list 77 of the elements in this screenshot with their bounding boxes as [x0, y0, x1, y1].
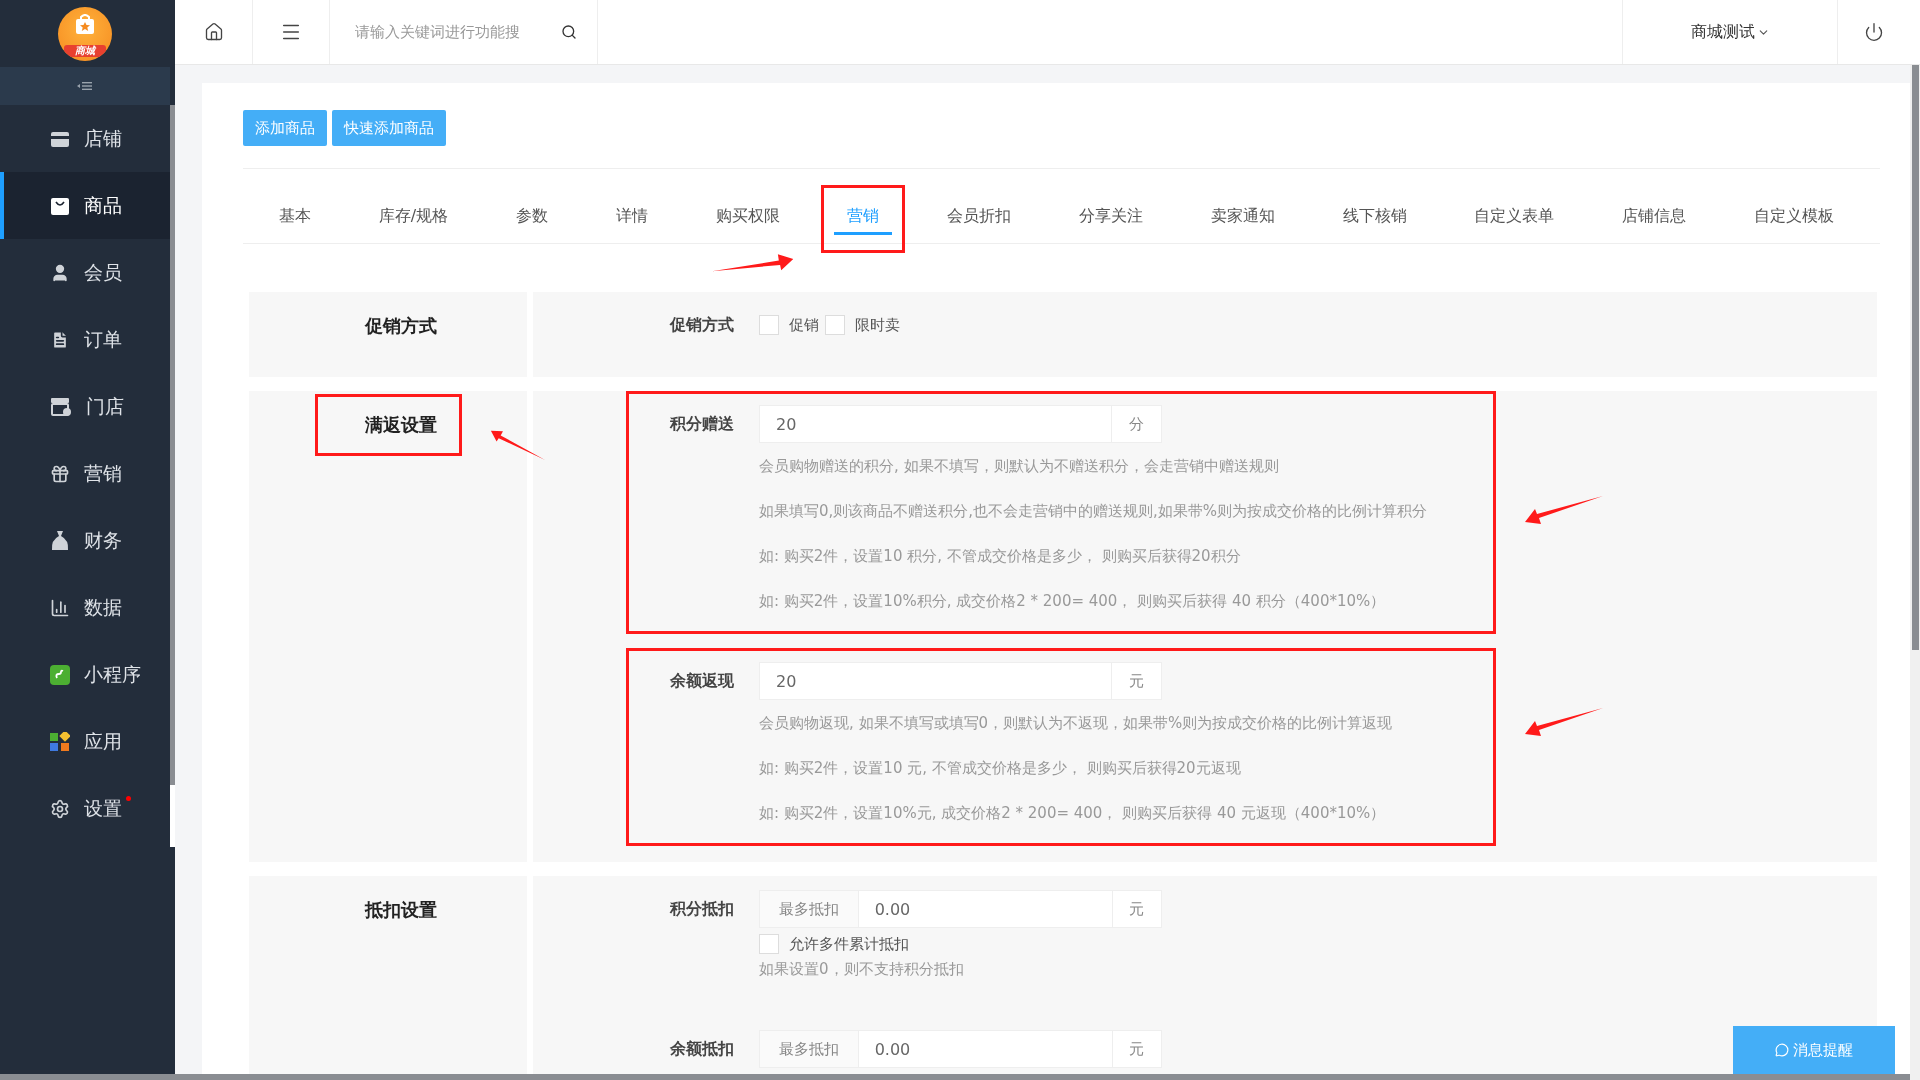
- search-input[interactable]: 请输入关键词进行功能搜: [353, 22, 551, 42]
- checkbox[interactable]: [825, 315, 845, 335]
- nav-item[interactable]: 设置: [0, 775, 170, 842]
- tab[interactable]: 卖家通知: [1197, 197, 1288, 235]
- unit-addon: 元: [1112, 662, 1162, 700]
- nav-item[interactable]: 数据: [0, 574, 170, 641]
- nav-item[interactable]: 财务: [0, 507, 170, 574]
- scrollbar[interactable]: [1910, 65, 1920, 1080]
- section-title: 满返设置: [364, 414, 437, 435]
- settings-icon: [50, 798, 70, 819]
- scrollbar[interactable]: [170, 105, 175, 785]
- help-text: 如: 购买2件，设置10 积分, 不管成交价格是多少， 则购买后获得20积分: [759, 546, 1242, 567]
- nav-item[interactable]: 营销: [0, 440, 170, 507]
- nav-item[interactable]: 应用: [0, 708, 170, 775]
- tab[interactable]: 详情: [602, 197, 661, 235]
- number-input[interactable]: 20: [759, 662, 1112, 700]
- tab[interactable]: 库存/规格: [365, 197, 462, 235]
- apps-icon: [50, 731, 70, 752]
- nav-item[interactable]: 小程序: [0, 641, 170, 708]
- power-icon[interactable]: [1864, 22, 1884, 42]
- bag-icon: [50, 195, 70, 216]
- checkbox[interactable]: [759, 315, 779, 335]
- nav-item[interactable]: 门店: [0, 373, 170, 440]
- tab[interactable]: 参数: [503, 197, 561, 235]
- logo-text: 商城: [64, 44, 106, 57]
- tab[interactable]: 分享关注: [1065, 197, 1156, 235]
- checkbox-option[interactable]: 限时卖: [825, 315, 906, 335]
- collapse-icon: [77, 81, 93, 91]
- prefix-addon: 最多抵扣: [759, 1030, 858, 1068]
- shop-dropdown[interactable]: 商城测试: [1622, 0, 1838, 64]
- bar-chart-icon: [50, 597, 70, 618]
- section-title: 抵扣设置: [364, 899, 437, 920]
- unit-addon: 元: [1112, 1030, 1162, 1068]
- nav-item[interactable]: 订单: [0, 306, 170, 373]
- help-text: 如: 购买2件，设置10%元, 成交价格2 * 200= 400， 则购买后获得 40 元返现（400*10%）: [759, 803, 1387, 824]
- help-text: 如: 购买2件，设置10%积分, 成交价格2 * 200= 400， 则购买后获得 40 积分（400*10%）: [759, 591, 1387, 612]
- unit-addon: 元: [1112, 890, 1162, 928]
- checkbox[interactable]: [759, 934, 779, 954]
- field-label: 积分赠送: [668, 413, 734, 435]
- nav-item[interactable]: 会员: [0, 239, 170, 306]
- tab[interactable]: 购买权限: [702, 197, 793, 235]
- store-icon: [50, 129, 70, 148]
- chat-bubble-icon: [1775, 1043, 1789, 1057]
- tab[interactable]: 自定义表单: [1461, 197, 1568, 235]
- money-bag-icon: [50, 529, 70, 552]
- gift-icon: [50, 463, 70, 484]
- unit-addon: 分: [1112, 405, 1162, 443]
- nav-item[interactable]: 商品: [0, 172, 170, 239]
- field-label: 促销方式: [668, 314, 734, 336]
- prefix-addon: 最多抵扣: [759, 890, 858, 928]
- link-app-icon: [50, 664, 70, 685]
- help-text: 如果设置0，则不支持积分抵扣: [759, 959, 965, 980]
- amount-input[interactable]: 0.00: [857, 890, 1113, 928]
- amount-input[interactable]: 0.00: [857, 1030, 1113, 1068]
- section-title: 促销方式: [364, 315, 437, 336]
- collapse-button[interactable]: [0, 67, 170, 105]
- storefront-icon: [50, 396, 72, 417]
- help-text: 会员购物赠送的积分, 如果不填写，则默认为不赠送积分，会走营销中赠送规则: [759, 456, 1280, 477]
- checkbox-option[interactable]: 允许多件累计抵扣: [759, 934, 909, 954]
- field-label: 余额返现: [669, 670, 734, 692]
- help-text: 会员购物返现, 如果不填写或填写0，则默认为不返现，如果带%则为按成交价格的比例计算返现: [759, 713, 1394, 734]
- tab[interactable]: 店铺信息: [1609, 197, 1700, 235]
- number-input[interactable]: 20: [759, 405, 1112, 443]
- tab[interactable]: 会员折扣: [934, 197, 1025, 235]
- help-text: 如: 购买2件，设置10 元, 不管成交价格是多少， 则购买后获得20元返现: [759, 758, 1242, 779]
- tab[interactable]: 线下核销: [1329, 197, 1420, 235]
- tab[interactable]: 基本: [266, 197, 324, 235]
- nav-item[interactable]: 店铺: [0, 105, 170, 172]
- home-icon[interactable]: [203, 22, 224, 42]
- checkbox-option[interactable]: 促销: [759, 315, 825, 335]
- scrollbar[interactable]: [0, 1074, 1910, 1080]
- field-label: 余额抵扣: [669, 1038, 734, 1060]
- bag-star-icon: [74, 13, 96, 36]
- tab[interactable]: 自定义模板: [1740, 197, 1847, 235]
- user-icon: [50, 262, 70, 283]
- help-text: 如果填写0,则该商品不赠送积分,也不会走营销中的赠送规则,如果带%则为按成交价格的比例计算积分: [759, 501, 1429, 522]
- field-label: 积分抵扣: [668, 898, 734, 920]
